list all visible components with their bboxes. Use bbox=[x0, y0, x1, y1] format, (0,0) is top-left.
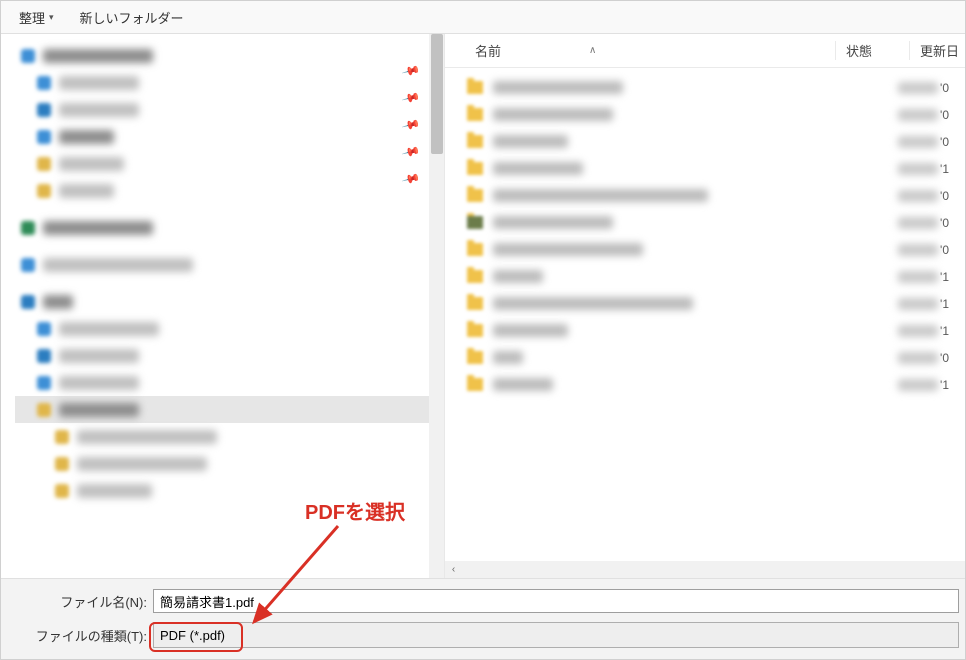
folder-icon bbox=[467, 351, 483, 364]
file-row[interactable]: '0 bbox=[467, 128, 965, 155]
file-list[interactable]: '0'0'0'1'0'0'0'1'1'1'0'1 bbox=[445, 68, 965, 561]
dialog-body: 📌 📌 📌 📌 📌 名前 ∧ 状態 更新日 '0' bbox=[1, 34, 965, 578]
folder-icon bbox=[467, 216, 483, 229]
filename-input[interactable] bbox=[153, 589, 959, 613]
file-date bbox=[898, 163, 938, 175]
new-folder-label: 新しいフォルダー bbox=[80, 8, 184, 27]
pin-icon[interactable]: 📌 bbox=[400, 141, 422, 163]
file-date bbox=[898, 136, 938, 148]
file-name bbox=[493, 189, 708, 202]
file-row[interactable]: '1 bbox=[467, 371, 965, 398]
file-date bbox=[898, 298, 938, 310]
file-name bbox=[493, 378, 553, 391]
file-date bbox=[898, 109, 938, 121]
sort-asc-icon: ∧ bbox=[589, 45, 596, 56]
file-date bbox=[898, 82, 938, 94]
pin-icon[interactable]: 📌 bbox=[400, 168, 422, 190]
pin-icon[interactable]: 📌 bbox=[400, 60, 422, 82]
folder-icon bbox=[467, 81, 483, 94]
file-row[interactable]: '1 bbox=[467, 317, 965, 344]
folder-icon bbox=[467, 108, 483, 121]
file-date bbox=[898, 379, 938, 391]
file-name bbox=[493, 324, 568, 337]
filetype-label: ファイルの種類(T): bbox=[7, 626, 153, 645]
file-date bbox=[898, 244, 938, 256]
save-dialog: 整理 ▾ 新しいフォルダー bbox=[0, 0, 966, 660]
file-row[interactable]: '0 bbox=[467, 74, 965, 101]
pin-icon[interactable]: 📌 bbox=[400, 87, 422, 109]
nav-tree[interactable] bbox=[1, 34, 445, 512]
file-row[interactable]: '0 bbox=[467, 101, 965, 128]
file-date bbox=[898, 352, 938, 364]
file-name bbox=[493, 135, 568, 148]
pin-icon[interactable]: 📌 bbox=[400, 114, 422, 136]
pin-column: 📌 📌 📌 📌 📌 bbox=[403, 42, 423, 187]
filetype-combo[interactable]: PDF (*.pdf) bbox=[153, 622, 959, 648]
folder-icon bbox=[467, 162, 483, 175]
scroll-left-icon[interactable]: ‹ bbox=[445, 561, 462, 578]
dialog-footer: ファイル名(N): ファイルの種類(T): PDF (*.pdf) bbox=[1, 578, 965, 659]
file-list-pane: 名前 ∧ 状態 更新日 '0'0'0'1'0'0'0'1'1'1'0'1 ‹ bbox=[445, 34, 965, 578]
file-row[interactable]: '0 bbox=[467, 209, 965, 236]
chevron-down-icon: ▾ bbox=[49, 12, 54, 23]
file-date bbox=[898, 217, 938, 229]
file-row[interactable]: '1 bbox=[467, 155, 965, 182]
column-header-state[interactable]: 状態 bbox=[835, 41, 909, 60]
file-date bbox=[898, 190, 938, 202]
file-name bbox=[493, 81, 623, 94]
navigation-pane: 📌 📌 📌 📌 📌 bbox=[1, 34, 445, 578]
dialog-toolbar: 整理 ▾ 新しいフォルダー bbox=[1, 1, 965, 34]
folder-icon bbox=[467, 378, 483, 391]
file-name bbox=[493, 216, 613, 229]
file-list-header: 名前 ∧ 状態 更新日 bbox=[445, 34, 965, 68]
file-row[interactable]: '1 bbox=[467, 263, 965, 290]
file-name bbox=[493, 351, 523, 364]
folder-icon bbox=[467, 324, 483, 337]
column-header-date[interactable]: 更新日 bbox=[909, 41, 965, 60]
file-date bbox=[898, 325, 938, 337]
column-header-name[interactable]: 名前 ∧ bbox=[475, 41, 835, 60]
file-name bbox=[493, 243, 643, 256]
file-name bbox=[493, 270, 543, 283]
folder-icon bbox=[467, 270, 483, 283]
file-name bbox=[493, 108, 613, 121]
file-row[interactable]: '0 bbox=[467, 236, 965, 263]
file-name bbox=[493, 162, 583, 175]
filetype-value: PDF (*.pdf) bbox=[160, 628, 225, 643]
folder-icon bbox=[467, 189, 483, 202]
folder-icon bbox=[467, 135, 483, 148]
sidebar-scrollbar[interactable] bbox=[429, 34, 445, 578]
organize-label: 整理 bbox=[19, 8, 45, 27]
folder-icon bbox=[467, 243, 483, 256]
file-list-hscrollbar[interactable]: ‹ bbox=[445, 561, 965, 578]
organize-button[interactable]: 整理 ▾ bbox=[9, 4, 64, 31]
file-name bbox=[493, 297, 693, 310]
new-folder-button[interactable]: 新しいフォルダー bbox=[70, 4, 194, 31]
folder-icon bbox=[467, 297, 483, 310]
file-row[interactable]: '0 bbox=[467, 182, 965, 209]
nav-item-selected[interactable] bbox=[15, 396, 445, 423]
file-date bbox=[898, 271, 938, 283]
filename-label: ファイル名(N): bbox=[7, 592, 153, 611]
file-row[interactable]: '1 bbox=[467, 290, 965, 317]
sidebar-scrollbar-thumb[interactable] bbox=[431, 34, 443, 154]
file-row[interactable]: '0 bbox=[467, 344, 965, 371]
